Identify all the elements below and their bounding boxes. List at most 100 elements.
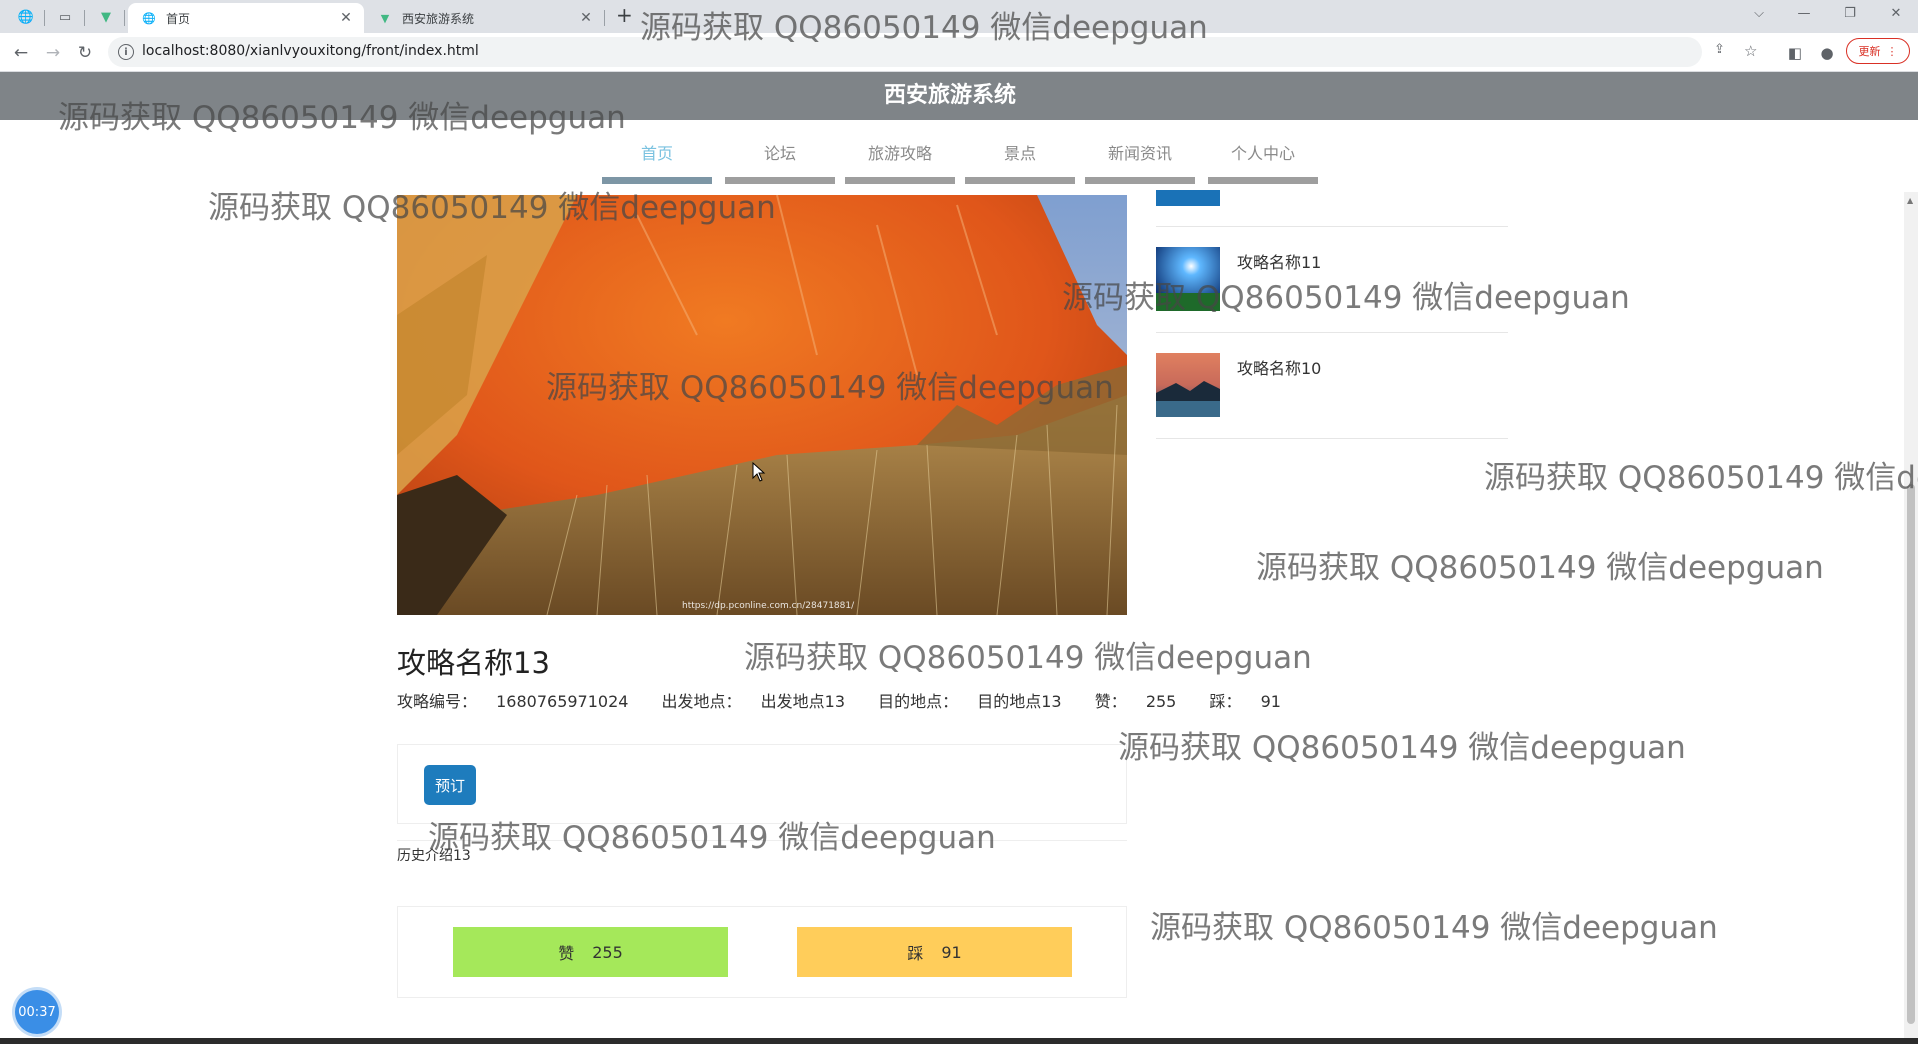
list-item[interactable]: 攻略名称11 [1156,247,1508,353]
divider [1156,226,1508,227]
profile-avatar-icon[interactable]: ● [1816,42,1838,64]
nav-item-attractions[interactable]: 景点 [965,142,1075,184]
nav-underline [845,177,955,184]
meta-label: 赞： [1094,692,1127,711]
nav-item-label: 景点 [1003,144,1036,163]
meta-label: 踩： [1209,692,1242,711]
restore-icon[interactable]: ❐ [1838,6,1862,21]
nav-underline [602,177,712,184]
close-icon[interactable]: ✕ [578,10,594,26]
meta-label: 出发地点： [661,692,742,711]
guide-thumbnail [1156,247,1220,311]
tab-home[interactable]: 🌐 首页 ✕ [128,3,364,33]
watermark-text: 源码获取 QQ86050149 微信deepguan [1118,730,1686,766]
url-text[interactable]: localhost:8080/xianlvyouxitong/front/ind… [142,43,479,59]
address-bar[interactable]: i localhost:8080/xianlvyouxitong/front/i… [108,37,1757,67]
site-header: 西安旅游系统 [0,72,1918,120]
meta-value: 91 [1260,692,1281,711]
page-icon[interactable]: ▭ [55,7,75,27]
nav-item-forum[interactable]: 论坛 [725,142,835,184]
dislike-button[interactable]: 踩 91 [797,927,1072,977]
recording-timer-badge[interactable]: 00:37 [15,990,59,1034]
watermark-text: 源码获取 QQ86050149 微信deepguan [1256,550,1824,586]
nav-item-news[interactable]: 新闻资讯 [1085,142,1195,184]
tab-separator [124,10,125,26]
new-tab-plus-icon[interactable]: + [616,3,633,27]
forward-arrow-icon[interactable]: → [42,42,64,64]
meta-field-likes: 赞： 255 [1095,692,1191,711]
back-arrow-icon[interactable]: ← [10,42,32,64]
globe-icon: 🌐 [142,11,156,25]
close-icon[interactable]: ✕ [338,10,354,26]
window-close-icon[interactable]: ✕ [1884,6,1908,21]
guide-cover-image: https://dp.pconline.com.cn/28471881/ [397,195,1127,615]
tab-title: 西安旅游系统 [402,11,475,26]
guide-title-heading: 攻略名称13 [397,646,550,680]
meta-value: 出发地点13 [760,692,846,711]
nav-underline [965,177,1075,184]
vue-logo-icon: ▼ [380,11,390,25]
nav-underline [1085,177,1195,184]
side-panel-icon[interactable]: ◧ [1784,42,1806,64]
nav-item-home[interactable]: 首页 [602,142,712,184]
update-label: 更新 [1858,45,1881,58]
list-item-thumbnail-partial[interactable] [1156,190,1220,206]
list-item[interactable]: 攻略名称10 [1156,353,1508,459]
nav-underline [725,177,835,184]
scrollbar-thumb[interactable] [1907,484,1915,1024]
dislike-count: 91 [941,942,962,962]
page-scrollbar[interactable]: ▲ [1904,192,1918,1038]
tab-title: 首页 [166,11,191,26]
update-button[interactable]: 更新 ⋮ [1846,38,1910,64]
vote-panel: 赞 255 踩 91 [397,906,1127,998]
like-label: 赞 [558,944,575,963]
reload-icon[interactable]: ↻ [74,42,96,64]
book-button[interactable]: 预订 [424,765,476,805]
main-nav: 首页 论坛 旅游攻略 景点 新闻资讯 个人中心 [602,142,1318,184]
mouse-cursor-icon [752,462,766,482]
tab-search-chevron-icon[interactable]: ⌵ [1747,6,1771,21]
browser-toolbar: ← → ↻ i localhost:8080/xianlvyouxitong/f… [0,33,1918,72]
meta-field-from: 出发地点： 出发地点13 [662,692,859,711]
meta-value: 1680765971024 [496,692,629,711]
share-icon[interactable]: ⇪ [1714,42,1725,57]
nav-item-user-center[interactable]: 个人中心 [1208,142,1318,184]
site-title: 西安旅游系统 [883,83,1016,108]
meta-field-dislikes: 踩： 91 [1209,692,1294,711]
divider [1156,332,1508,333]
browser-tab-strip: 🌐 ▭ ▼ 🌐 首页 ✕ ▼ 西安旅游系统 ✕ + ⌵ — ❐ ✕ [0,0,1918,33]
nav-item-label: 论坛 [763,144,796,163]
meta-field-id: 攻略编号： 1680765971024 [397,692,642,711]
tab-separator [604,10,605,26]
divider [1156,438,1508,439]
minimize-icon[interactable]: — [1792,6,1816,21]
like-count: 255 [592,942,623,962]
tab-xian-travel[interactable]: ▼ 西安旅游系统 ✕ [364,3,604,33]
site-info-icon[interactable]: i [118,44,134,60]
more-menu-icon: ⋮ [1886,44,1898,58]
guide-title: 攻略名称10 [1237,359,1322,378]
meta-field-to: 目的地点： 目的地点13 [878,692,1075,711]
tab-separator [84,10,85,26]
taskbar-edge [0,1038,1918,1044]
dislike-label: 踩 [907,944,924,963]
globe-icon[interactable]: 🌐 [16,7,36,27]
like-button[interactable]: 赞 255 [453,927,728,977]
bookmark-star-icon[interactable]: ☆ [1744,42,1757,60]
booking-panel: 预订 [397,744,1127,824]
scroll-up-arrow-icon[interactable]: ▲ [1907,196,1913,205]
image-source-caption: https://dp.pconline.com.cn/28471881/ [682,601,855,611]
guide-meta-row: 攻略编号： 1680765971024 出发地点： 出发地点13 目的地点： 目… [397,688,1309,712]
nav-underline [1208,177,1318,184]
meta-label: 攻略编号： [397,692,478,711]
guide-title: 攻略名称11 [1237,253,1322,272]
nav-item-travel-guides[interactable]: 旅游攻略 [845,142,955,184]
meta-value: 目的地点13 [977,692,1062,711]
meta-value: 255 [1145,692,1177,711]
nav-item-label: 个人中心 [1230,144,1295,163]
meta-label: 目的地点： [878,692,959,711]
vue-logo-icon[interactable]: ▼ [96,7,116,27]
divider [397,840,1127,841]
watermark-text: 源码获取 QQ86050149 微信deepguan [1484,460,1918,496]
nav-item-label: 旅游攻略 [867,144,932,163]
